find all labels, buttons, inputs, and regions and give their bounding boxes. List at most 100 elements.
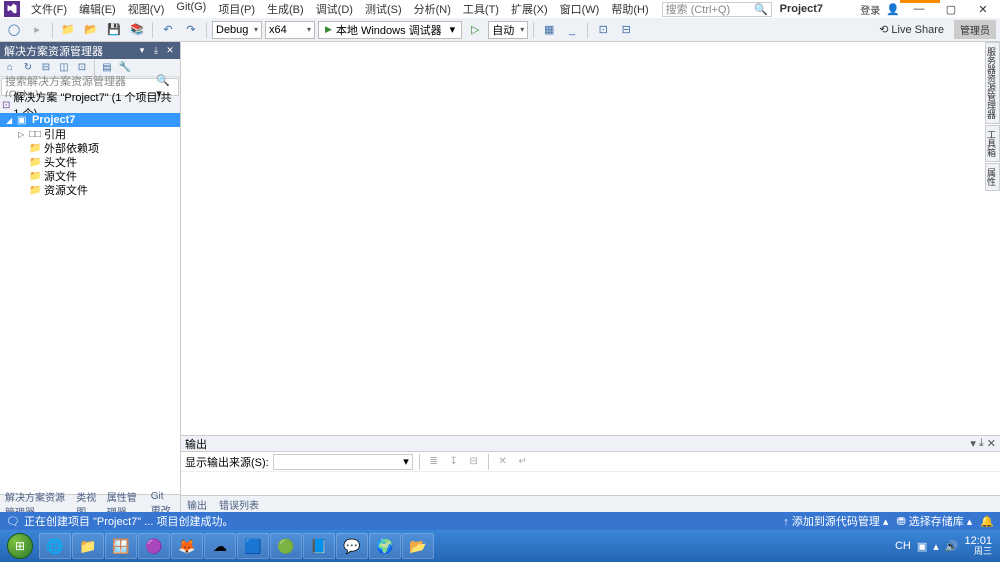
system-tray: CH ▣ ▴ 🔊 12:01 周三 bbox=[895, 536, 998, 556]
redo-button[interactable]: ↷ bbox=[181, 21, 201, 39]
collapse-icon[interactable]: ◢ bbox=[6, 116, 14, 125]
output-close-icon[interactable]: ✕ bbox=[987, 437, 996, 450]
undo-button[interactable]: ↶ bbox=[158, 21, 178, 39]
panel-pin-icon[interactable]: ⤓ bbox=[150, 45, 162, 57]
icon-btn-2[interactable]: _ bbox=[562, 21, 582, 39]
global-search-input[interactable]: 搜索 (Ctrl+Q) 🔍 bbox=[662, 2, 772, 17]
folder-icon: 📁 bbox=[29, 157, 41, 168]
output-clear-button[interactable]: ✕ bbox=[495, 454, 511, 470]
expand-icon[interactable]: ▷ bbox=[18, 130, 26, 139]
taskbar-app9[interactable]: 🌍 bbox=[369, 533, 401, 559]
output-source-dropdown[interactable]: ▾ bbox=[273, 454, 413, 470]
nav-back-button[interactable]: ◯ bbox=[4, 21, 24, 39]
platform-dropdown[interactable]: x64▾ bbox=[265, 21, 315, 39]
icon-btn-4[interactable]: ⊟ bbox=[616, 21, 636, 39]
start-button[interactable] bbox=[2, 532, 38, 560]
menu-analyze[interactable]: 分析(N) bbox=[409, 0, 456, 19]
output-body bbox=[181, 472, 1000, 495]
menu-debug[interactable]: 调试(D) bbox=[311, 0, 358, 19]
nav-fwd-button[interactable]: ▸ bbox=[27, 21, 47, 39]
menu-help[interactable]: 帮助(H) bbox=[606, 0, 653, 19]
add-source-control[interactable]: ↑ 添加到源代码管理 ▴ bbox=[783, 513, 888, 529]
solution-explorer-panel: 解决方案资源管理器 ▾ ⤓ ✕ ⌂ ↻ ⊟ ◫ ⊡ ▤ 🔧 搜索解决方案资源管理… bbox=[0, 42, 181, 512]
save-all-button[interactable]: 📚 bbox=[127, 21, 147, 39]
menu-edit[interactable]: 编辑(E) bbox=[74, 0, 121, 19]
taskbar-app7[interactable]: 📘 bbox=[303, 533, 335, 559]
maximize-button[interactable]: ▢ bbox=[938, 1, 964, 17]
menu-extensions[interactable]: 扩展(X) bbox=[506, 0, 553, 19]
menu-test[interactable]: 测试(S) bbox=[360, 0, 407, 19]
menu-build[interactable]: 生成(B) bbox=[262, 0, 309, 19]
folder-icon: 📁 bbox=[29, 185, 41, 196]
save-button[interactable]: 💾 bbox=[104, 21, 124, 39]
project-node[interactable]: ◢ ▣ Project7 bbox=[0, 113, 180, 127]
sources-node[interactable]: 📁 源文件 bbox=[0, 169, 180, 183]
output-pin-icon[interactable]: ⤓ bbox=[979, 437, 984, 450]
taskbar-app5[interactable]: 🟦 bbox=[237, 533, 269, 559]
output-wrap-button[interactable]: ↵ bbox=[515, 454, 531, 470]
minimize-button[interactable]: — bbox=[906, 1, 932, 17]
person-icon[interactable]: 👤 bbox=[886, 3, 900, 16]
menu-tools[interactable]: 工具(T) bbox=[458, 0, 504, 19]
output-btn3[interactable]: ⊟ bbox=[466, 454, 482, 470]
taskbar-app8[interactable]: 💬 bbox=[336, 533, 368, 559]
tray-expand-icon[interactable]: ▴ bbox=[933, 540, 939, 553]
config-dropdown[interactable]: Debug▾ bbox=[212, 21, 262, 39]
taskbar-ie[interactable]: 🌐 bbox=[39, 533, 71, 559]
sidebar-tabs: 解决方案资源管理器 类视图 属性管理器 Git 更改 bbox=[0, 494, 180, 512]
solution-root[interactable]: ⊡ 解决方案 "Project7" (1 个项目/共 1 个) bbox=[0, 97, 180, 113]
liveshare-button[interactable]: ⟲Live Share bbox=[873, 21, 950, 38]
tab-error-list[interactable]: 错误列表 bbox=[213, 496, 265, 512]
windows-taskbar: 🌐 📁 🪟 🟣 🦊 ☁ 🟦 🟢 📘 💬 🌍 📂 CH ▣ ▴ 🔊 12:01 周… bbox=[0, 530, 1000, 562]
resources-node[interactable]: 📁 资源文件 bbox=[0, 183, 180, 197]
select-repo[interactable]: ⛃ 选择存储库 ▴ bbox=[896, 513, 972, 529]
icon-btn-1[interactable]: ▦ bbox=[539, 21, 559, 39]
panel-dropdown-icon[interactable]: ▾ bbox=[136, 45, 148, 57]
taskbar-app4[interactable]: ☁ bbox=[204, 533, 236, 559]
tab-server-explorer[interactable]: 服务器资源管理器 bbox=[985, 42, 1000, 124]
output-btn1[interactable]: ≣ bbox=[426, 454, 442, 470]
project-icon: ▣ bbox=[17, 115, 29, 126]
open-button[interactable]: 📂 bbox=[81, 21, 101, 39]
headers-node[interactable]: 📁 头文件 bbox=[0, 155, 180, 169]
auto-dropdown[interactable]: 自动▾ bbox=[488, 21, 528, 39]
icon-btn-3[interactable]: ⊡ bbox=[593, 21, 613, 39]
menu-file[interactable]: 文件(F) bbox=[26, 0, 72, 19]
taskbar-app6[interactable]: 🟢 bbox=[270, 533, 302, 559]
tray-icon-1[interactable]: ▣ bbox=[917, 540, 927, 553]
output-source-label: 显示输出来源(S): bbox=[185, 454, 269, 470]
menu-git[interactable]: Git(G) bbox=[171, 0, 211, 19]
taskbar-app3[interactable]: 🦊 bbox=[171, 533, 203, 559]
folder-icon: 📁 bbox=[29, 171, 41, 182]
ime-indicator[interactable]: CH bbox=[895, 540, 911, 552]
login-link[interactable]: 登录 bbox=[860, 2, 880, 17]
editor-area: 输出 ▾ ⤓ ✕ 显示输出来源(S): ▾ ≣ ↧ ⊟ ✕ ↵ 输出 bbox=[181, 42, 1000, 512]
vs-logo-icon bbox=[4, 1, 20, 17]
menu-bar: 文件(F) 编辑(E) 视图(V) Git(G) 项目(P) 生成(B) 调试(… bbox=[26, 0, 654, 19]
search-placeholder: 搜索 (Ctrl+Q) bbox=[666, 1, 730, 17]
taskbar-app1[interactable]: 🪟 bbox=[105, 533, 137, 559]
start-nodebug-button[interactable]: ▷ bbox=[465, 21, 485, 39]
taskbar-explorer[interactable]: 📁 bbox=[72, 533, 104, 559]
new-project-button[interactable]: 📁 bbox=[58, 21, 78, 39]
tab-output[interactable]: 输出 bbox=[181, 496, 213, 512]
tray-volume-icon[interactable]: 🔊 bbox=[945, 540, 959, 553]
external-deps-node[interactable]: 📁 外部依赖项 bbox=[0, 141, 180, 155]
taskbar-app10[interactable]: 📂 bbox=[402, 533, 434, 559]
liveshare-icon: ⟲ bbox=[879, 23, 888, 36]
menu-view[interactable]: 视图(V) bbox=[123, 0, 170, 19]
close-button[interactable]: ✕ bbox=[970, 1, 996, 17]
tab-toolbox[interactable]: 工具箱 bbox=[985, 125, 1000, 162]
notifications-icon[interactable]: 🔔 bbox=[980, 515, 994, 528]
tray-clock[interactable]: 12:01 周三 bbox=[964, 536, 992, 556]
output-dropdown-icon[interactable]: ▾ bbox=[970, 437, 976, 450]
output-btn2[interactable]: ↧ bbox=[446, 454, 462, 470]
panel-close-icon[interactable]: ✕ bbox=[164, 45, 176, 57]
tab-properties[interactable]: 属性 bbox=[985, 163, 1000, 191]
taskbar-app2[interactable]: 🟣 bbox=[138, 533, 170, 559]
references-node[interactable]: ▷ □□ 引用 bbox=[0, 127, 180, 141]
menu-window[interactable]: 窗口(W) bbox=[555, 0, 605, 19]
start-debug-button[interactable]: ▶本地 Windows 调试器▾ bbox=[318, 21, 462, 39]
folder-icon: 📁 bbox=[29, 143, 41, 154]
menu-project[interactable]: 项目(P) bbox=[213, 0, 260, 19]
